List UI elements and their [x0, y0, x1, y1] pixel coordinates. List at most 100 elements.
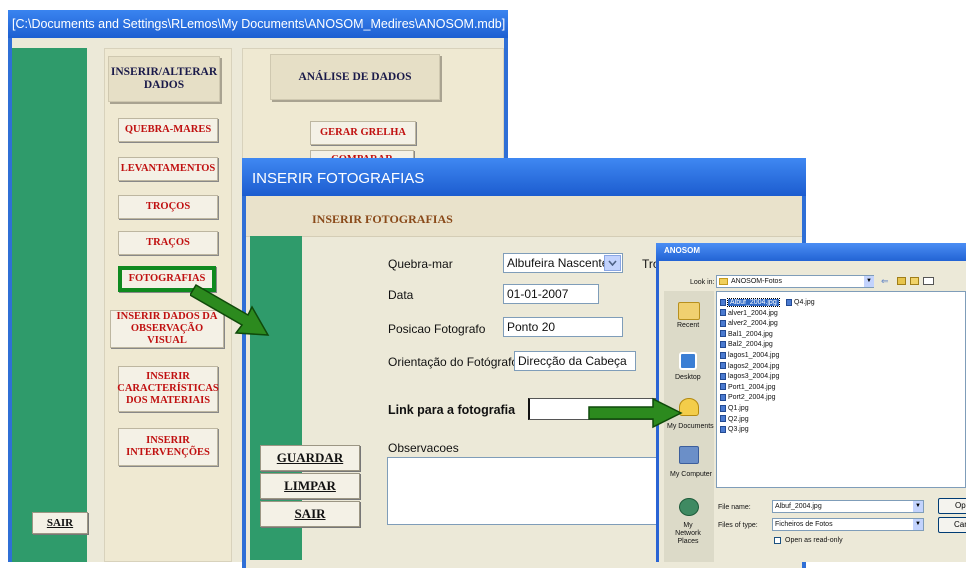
file-list-item[interactable]: alver1_2004.jpg — [720, 309, 778, 319]
image-file-icon — [720, 351, 726, 359]
place-my-network[interactable]: My Network Places — [670, 522, 706, 546]
guardar-button[interactable]: GUARDAR — [260, 445, 360, 471]
file-list-item[interactable]: Bal1_2004.jpg — [720, 330, 773, 340]
file-dialog-titlebar — [656, 243, 966, 261]
fotografias-header: INSERIR FOTOGRAFIAS — [312, 212, 453, 226]
inserir-alterar-header: INSERIR/ALTERAR DADOS — [108, 56, 220, 102]
limpar-button[interactable]: LIMPAR — [260, 473, 360, 499]
file-list-item[interactable]: lagos2_2004.jpg — [720, 362, 779, 372]
tracos-button[interactable]: TRAÇOS — [118, 231, 218, 255]
main-sair-button[interactable]: SAIR — [32, 512, 88, 534]
quebra-mar-label: Quebra-mar — [388, 257, 453, 271]
file-list-item[interactable]: Q2.jpg — [720, 415, 749, 425]
file-name: lagos2_2004.jpg — [728, 362, 780, 370]
file-list-item[interactable]: Port2_2004.jpg — [720, 393, 775, 403]
file-dialog-title: ANOSOM — [664, 246, 700, 255]
files-of-type-label: Files of type: — [718, 522, 758, 529]
file-list-item[interactable]: lagos1_2004.jpg — [720, 351, 779, 361]
my-network-places-icon[interactable] — [679, 498, 699, 516]
image-file-icon — [720, 309, 726, 317]
orientacao-fotografo-label: Orientação do Fotógrafo — [388, 355, 519, 369]
observacoes-label: Observacoes — [388, 441, 459, 455]
file-list-item[interactable]: Q3.jpg — [720, 425, 749, 435]
new-folder-icon[interactable] — [910, 277, 919, 285]
file-name: Q3.jpg — [728, 426, 749, 434]
file-name-label: File name: — [718, 504, 751, 511]
image-file-icon — [720, 415, 726, 423]
chevron-down-icon[interactable] — [604, 255, 621, 271]
file-list-item[interactable]: lagos3_2004.jpg — [720, 372, 779, 382]
desktop-icon[interactable] — [679, 352, 697, 370]
image-file-icon — [720, 330, 726, 338]
my-computer-icon[interactable] — [679, 446, 699, 464]
image-file-icon — [720, 383, 726, 391]
image-file-icon — [786, 298, 792, 306]
levantamentos-button[interactable]: LEVANTAMENTOS — [118, 157, 218, 181]
orientacao-fotografo-input[interactable]: Direcção da Cabeça — [514, 351, 636, 371]
read-only-checkbox[interactable] — [774, 537, 781, 544]
read-only-label: Open as read-only — [785, 537, 843, 544]
views-menu-icon[interactable] — [923, 277, 934, 285]
image-file-icon — [720, 341, 726, 349]
file-name: Bal2_2004.jpg — [728, 341, 773, 349]
file-name: Bal1_2004.jpg — [728, 330, 773, 338]
look-in-label: Look in: — [690, 279, 715, 286]
file-name-value: Albuf_2004.jpg — [775, 503, 822, 510]
cancel-button[interactable]: Can — [938, 517, 966, 533]
posicao-fotografo-input[interactable]: Ponto 20 — [503, 317, 623, 337]
folder-icon — [719, 278, 728, 285]
file-name: Q2.jpg — [728, 415, 749, 423]
file-list-item[interactable]: alver2_2004.jpg — [720, 319, 778, 329]
file-name: Port1_2004.jpg — [728, 383, 776, 391]
inserir-intervencoes-button[interactable]: INSERIR INTERVENÇÕES — [118, 428, 218, 466]
file-name-chevron-down-icon[interactable]: ▼ — [913, 501, 923, 512]
place-desktop[interactable]: Desktop — [675, 374, 701, 381]
data-input[interactable]: 01-01-2007 — [503, 284, 599, 304]
look-in-value: ANOSOM-Fotos — [731, 278, 782, 285]
file-name: alver1_2004.jpg — [728, 309, 778, 317]
image-file-icon — [720, 394, 726, 402]
files-of-type-chevron-down-icon[interactable]: ▼ — [913, 519, 923, 530]
arrow-link-icon — [587, 397, 683, 429]
place-recent[interactable]: Recent — [677, 322, 699, 329]
posicao-fotografo-label: Posicao Fotografo — [388, 322, 486, 336]
gerar-grelha-button[interactable]: GERAR GRELHA — [310, 121, 416, 145]
link-fotografia-label: Link para a fotografia — [388, 403, 516, 417]
fotografias-sair-button[interactable]: SAIR — [260, 501, 360, 527]
file-list-item[interactable]: Port1_2004.jpg — [720, 383, 775, 393]
image-file-icon — [720, 362, 726, 370]
file-name: lagos3_2004.jpg — [728, 373, 780, 381]
file-list-item[interactable]: Q1.jpg — [720, 404, 749, 414]
recent-icon[interactable] — [678, 302, 700, 320]
fotografias-window-title: INSERIR FOTOGRAFIAS — [242, 158, 806, 196]
file-list-item[interactable]: Bal2_2004.jpg — [720, 340, 773, 350]
image-file-icon — [720, 298, 726, 306]
look-in-chevron-down-icon[interactable]: ▼ — [864, 276, 874, 287]
back-icon[interactable]: ⇐ — [881, 276, 889, 287]
left-green-panel — [12, 48, 87, 562]
inserir-caracteristicas-button[interactable]: INSERIR CARACTERÍSTICAS DOS MATERIAIS — [117, 366, 219, 412]
quebra-mares-button[interactable]: QUEBRA-MARES — [118, 118, 218, 142]
trocos-button[interactable]: TROÇOS — [118, 195, 218, 219]
file-name: alver2_2004.jpg — [728, 320, 778, 328]
file-name: Albuf_2004.jpg — [727, 298, 780, 307]
place-my-computer[interactable]: My Computer — [670, 471, 712, 478]
image-file-icon — [720, 404, 726, 412]
file-name: Port2_2004.jpg — [728, 394, 776, 402]
file-list-item[interactable]: Q4.jpg — [786, 298, 815, 308]
image-file-icon — [720, 425, 726, 433]
open-button[interactable]: Op — [938, 498, 966, 514]
arrow-fotografias-icon — [190, 279, 272, 341]
file-list-item[interactable]: Albuf_2004.jpg — [720, 298, 780, 308]
main-window-title: [C:\Documents and Settings\RLemos\My Doc… — [8, 10, 508, 38]
data-label: Data — [388, 288, 414, 302]
file-name: Q1.jpg — [728, 405, 749, 412]
observacoes-textarea[interactable] — [387, 457, 659, 525]
up-folder-icon[interactable] — [897, 277, 906, 285]
file-name: Q4.jpg — [794, 299, 815, 306]
file-name: lagos1_2004.jpg — [728, 352, 780, 359]
image-file-icon — [720, 372, 726, 380]
image-file-icon — [720, 319, 726, 327]
analise-header: ANÁLISE DE DADOS — [270, 54, 440, 100]
files-of-type-value: Ficheiros de Fotos — [775, 521, 833, 528]
